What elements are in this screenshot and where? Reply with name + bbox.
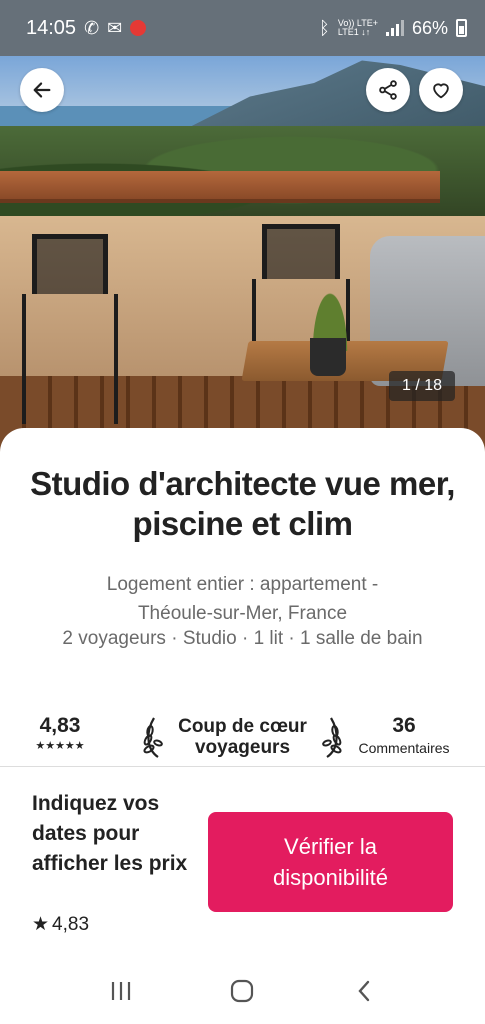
photo-counter: 1 / 18: [388, 371, 455, 401]
guest-favorite-badge: Coup de cœur voyageurs: [140, 712, 345, 762]
status-bar: 14:05 ✆ ✉ ᛒ Vo)) LTE+ LTE1 ↓↑ 66%: [0, 0, 485, 56]
status-time: 14:05: [26, 16, 77, 39]
system-back-button[interactable]: [344, 971, 384, 1011]
listing-subtitle: Logement entier : appartement - Théoule-…: [15, 570, 470, 628]
status-right: ᛒ Vo)) LTE+ LTE1 ↓↑ 66%: [319, 18, 467, 39]
battery-percent: 66%: [411, 17, 448, 38]
reviews-stat[interactable]: 36 Commentaires: [352, 714, 456, 756]
reviews-label: Commentaires: [358, 740, 450, 756]
photo-chair: [32, 234, 108, 294]
notification-dot-icon: [130, 20, 147, 36]
footer-rating: ★ 4,83: [32, 913, 89, 936]
check-availability-button[interactable]: Vérifier la disponibilité: [208, 812, 453, 912]
stats-row[interactable]: 4,83 ★★★★★ Coup de cœur voyageurs 36 Com…: [0, 708, 485, 768]
guest-favorite-label: Coup de cœur voyageurs: [178, 716, 307, 758]
guest-favorite-line2: voyageurs: [194, 737, 291, 758]
reviews-count: 36: [392, 714, 416, 737]
listing-location: Théoule-sur-Mer, France: [137, 603, 348, 624]
back-nav-icon: [358, 980, 370, 1001]
save-heart-button[interactable]: [419, 68, 463, 112]
footer-rating-value: 4,83: [52, 913, 90, 935]
laurel-right-icon: [322, 717, 342, 758]
home-button[interactable]: [222, 971, 262, 1011]
back-arrow-icon: [33, 82, 51, 98]
rating-value: 4,83: [39, 714, 81, 737]
listing-info-card: Studio d'architecte vue mer, piscine et …: [0, 428, 485, 768]
photo-railing: [0, 171, 440, 203]
listing-type: Logement entier : appartement -: [106, 574, 379, 595]
heart-icon: [433, 83, 449, 99]
share-icon: [379, 80, 397, 100]
gmail-icon: ✉: [107, 17, 123, 38]
photo-pot: [310, 338, 346, 376]
listing-details: 2 voyageurs · Studio · 1 lit · 1 salle d…: [62, 628, 423, 649]
laurel-left-icon: [143, 717, 163, 758]
rating-stat: 4,83 ★★★★★: [24, 714, 96, 752]
system-nav-bar: [0, 957, 485, 1024]
guest-favorite-line1: Coup de cœur: [178, 716, 307, 737]
date-prompt: Indiquez vos dates pour afficher les pri…: [32, 792, 188, 875]
status-left: 14:05 ✆ ✉: [26, 16, 147, 40]
signal-icon: [385, 20, 404, 36]
bluetooth-icon: ᛒ: [319, 17, 330, 38]
recent-apps-icon: [111, 981, 130, 1000]
back-button[interactable]: [20, 68, 64, 112]
listing-title: Studio d'architecte vue mer, piscine et …: [30, 465, 455, 542]
home-icon: [231, 979, 254, 1002]
booking-footer: Indiquez vos dates pour afficher les pri…: [0, 767, 485, 957]
battery-icon: [456, 19, 467, 37]
whatsapp-icon: ✆: [84, 17, 100, 38]
network-indicator: Vo)) LTE+ LTE1 ↓↑: [338, 19, 378, 37]
photo-plant: [300, 251, 360, 351]
star-icon: ★: [32, 914, 50, 935]
recent-apps-button[interactable]: [101, 971, 141, 1011]
share-button[interactable]: [366, 68, 410, 112]
photo-chair-legs: [22, 294, 118, 424]
star-rating-icon: ★★★★★: [35, 740, 85, 752]
network-line-2: LTE1 ↓↑: [337, 27, 371, 37]
